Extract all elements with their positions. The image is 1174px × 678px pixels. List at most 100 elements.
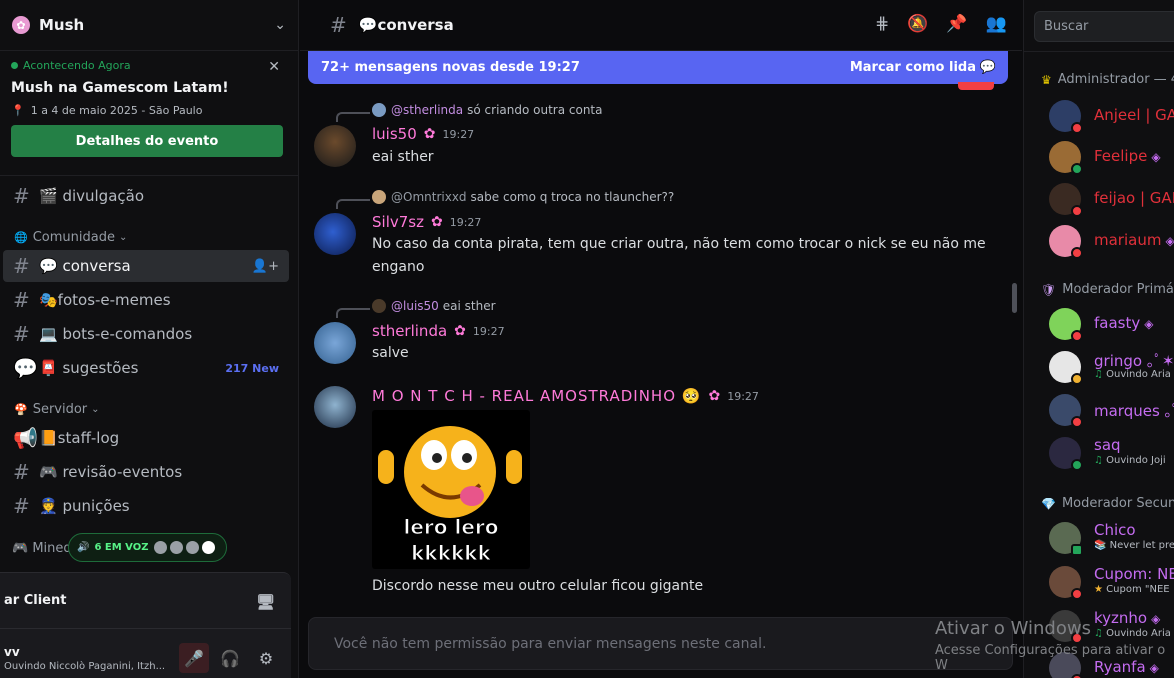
channel-sugestoes[interactable]: 💬 📮 sugestões 217 New <box>3 352 289 384</box>
channel-label: 💻 bots-e-comandos <box>39 325 193 343</box>
message[interactable]: @stherlinda só criando outra conta luis5… <box>314 103 1004 173</box>
meme-emoji-image: lero lero kkkkkk <box>378 426 522 566</box>
member-item[interactable]: marques ｡ﾟ✶ <box>1049 394 1174 428</box>
channel-staff-log[interactable]: 📢 📙staff-log <box>3 422 289 454</box>
channel-conversa[interactable]: # 💬 conversa 👤+ <box>3 250 289 282</box>
mark-as-read-button[interactable]: Marcar como lida <box>850 60 976 75</box>
channel-fotos-e-memes[interactable]: # 🎭fotos-e-memes <box>3 284 289 316</box>
member-item[interactable]: Feelipe ◈ <box>1049 141 1174 175</box>
channel-label: 🎭fotos-e-memes <box>39 291 171 309</box>
header-toolbar: ⋕ 🔕 📌 👥 <box>875 14 1022 34</box>
scrollbar-thumb[interactable] <box>1012 283 1017 313</box>
threads-icon[interactable]: ⋕ <box>875 14 889 34</box>
discord-window: ✿ Mush ⌄ Acontecendo Agora ✕ Mush na Gam… <box>0 0 1174 678</box>
event-details-button[interactable]: Detalhes do evento <box>11 125 283 157</box>
event-card: Acontecendo Agora ✕ Mush na Gamescom Lat… <box>0 51 298 176</box>
close-icon[interactable]: ✕ <box>268 59 280 75</box>
avatar <box>186 541 200 554</box>
mushroom-icon: 🍄 <box>14 402 28 416</box>
channel-revisao-eventos[interactable]: # 🎮 revisão-eventos <box>3 456 289 488</box>
reply-preview[interactable]: @luis50 eai sther <box>372 299 496 313</box>
category-comunidade[interactable]: 🌐 Comunidade ⌄ <box>0 224 298 250</box>
message-author[interactable]: stherlinda ✿ 19:27 <box>372 322 505 340</box>
book-icon: 📚 <box>1094 540 1110 551</box>
hash-icon: # <box>330 13 347 37</box>
status-online-icon <box>1071 163 1083 175</box>
screen-share-icon[interactable]: 🖥 <box>256 593 275 611</box>
music-icon: ♫ <box>1094 369 1107 380</box>
flower-badge-icon: ✿ <box>708 388 721 404</box>
notifications-muted-icon[interactable]: 🔕 <box>907 14 928 34</box>
username: vv <box>4 645 20 659</box>
avatar[interactable] <box>314 213 356 255</box>
pin-icon[interactable]: 📌 <box>946 14 967 34</box>
chevron-down-icon: ⌄ <box>118 231 128 243</box>
channel-divulgacao[interactable]: # 🎬 divulgação <box>3 180 289 212</box>
message-text: salve <box>372 345 409 361</box>
booster-gem-icon: ◈ <box>1144 317 1154 331</box>
live-dot-icon <box>11 62 18 69</box>
reply-preview[interactable]: @stherlinda só criando outra conta <box>372 103 603 117</box>
mic-muted-icon[interactable]: 🎤 <box>179 643 209 673</box>
flower-badge-icon: ✿ <box>454 323 466 339</box>
message-author[interactable]: Silv7sz ✿ 19:27 <box>372 213 481 231</box>
role-header-admin: ♛ Administrador — 4 <box>1041 72 1174 87</box>
headphones-icon[interactable]: 🎧 <box>215 643 245 673</box>
reply-spine <box>336 308 370 318</box>
channel-header: # 💬conversa ⋕ 🔕 📌 👥 <box>300 0 1022 51</box>
category-mined[interactable]: 🎮 Mined <box>12 541 72 556</box>
member-item[interactable]: Cupom: NEE ★ Cupom "NEE <box>1049 565 1174 600</box>
member-item[interactable]: Anjeel | GAM <box>1049 100 1174 134</box>
meme-image[interactable]: lero lero kkkkkk <box>372 410 530 569</box>
member-item[interactable]: saq ♫ Ouvindo Joji <box>1049 436 1174 471</box>
gear-icon[interactable]: ⚙ <box>251 643 281 673</box>
avatar[interactable] <box>314 386 356 428</box>
chevron-down-icon[interactable]: ⌄ <box>274 17 286 33</box>
member-item[interactable]: gringo ｡ﾟ✶ ♫ Ouvindo Aria <box>1049 351 1174 385</box>
channel-title: 💬conversa <box>358 16 454 34</box>
event-title: Mush na Gamescom Latam! <box>11 80 229 96</box>
new-messages-bar[interactable]: 72+ mensagens novas desde 19:27 Marcar c… <box>308 51 1008 84</box>
flower-badge-icon: ✿ <box>430 214 443 230</box>
channel-punicoes[interactable]: # 👮 punições <box>3 490 289 522</box>
message-author[interactable]: luis50 ✿ 19:27 <box>372 125 474 143</box>
avatar <box>372 190 386 204</box>
search-input[interactable]: Buscar <box>1034 11 1174 42</box>
voice-activity-pill[interactable]: 🔊 6 EM VOZ <box>68 533 227 562</box>
channel-label: 💬 conversa <box>39 257 131 275</box>
user-info[interactable]: vv Ouvindo Niccolò Paganini, Itzh... <box>0 645 170 672</box>
meme-caption-line1: lero lero <box>403 515 498 539</box>
channel-label: 📙staff-log <box>39 429 120 447</box>
role-header-mod2: 💎 Moderador Secund <box>1041 496 1174 511</box>
avatar <box>170 541 184 554</box>
meme-caption-line2: kkkkkk <box>411 541 492 565</box>
new-messages-text: 72+ mensagens novas desde 19:27 <box>321 60 580 75</box>
avatar[interactable] <box>314 125 356 167</box>
member-item[interactable]: feijao | GAM <box>1049 183 1174 217</box>
member-item[interactable]: faasty ◈ <box>1049 308 1174 342</box>
hash-icon: # <box>13 494 30 518</box>
status-dnd-icon <box>1071 330 1083 342</box>
member-item[interactable]: mariaum ◈ <box>1049 225 1174 259</box>
add-member-icon[interactable]: 👤+ <box>252 259 279 274</box>
activity-title: ar Client <box>4 593 67 608</box>
flower-badge-icon: ✿ <box>423 126 436 142</box>
channel-label: 📮 sugestões <box>39 359 139 377</box>
member-item[interactable]: Chico 📚 Never let pre <box>1049 521 1174 556</box>
avatar[interactable] <box>314 322 356 364</box>
message[interactable]: @Omntrixxd sabe como q troca no tlaunche… <box>314 190 1004 280</box>
booster-gem-icon: ◈ <box>1165 234 1174 248</box>
globe-icon: 🌐 <box>14 230 28 244</box>
message-author[interactable]: M O N T C H - REAL AMOSTRADINHO 🥺 ✿ 19:2… <box>372 387 759 405</box>
avatar <box>154 541 168 554</box>
member-list-icon[interactable]: 👥 <box>986 14 1007 34</box>
message[interactable]: @luis50 eai sther stherlinda ✿ 19:27 sal… <box>314 299 1004 369</box>
chat-area: # 💬conversa ⋕ 🔕 📌 👥 72+ mensagens novas … <box>300 0 1022 678</box>
server-name: Mush <box>39 16 85 34</box>
category-servidor[interactable]: 🍄 Servidor ⌄ <box>0 396 298 422</box>
reply-preview[interactable]: @Omntrixxd sabe como q troca no tlaunche… <box>372 190 674 204</box>
hash-icon: # <box>13 288 30 312</box>
server-header[interactable]: ✿ Mush ⌄ <box>0 0 298 51</box>
chevron-down-icon: ⌄ <box>91 403 100 415</box>
channel-bots-e-comandos[interactable]: # 💻 bots-e-comandos <box>3 318 289 350</box>
